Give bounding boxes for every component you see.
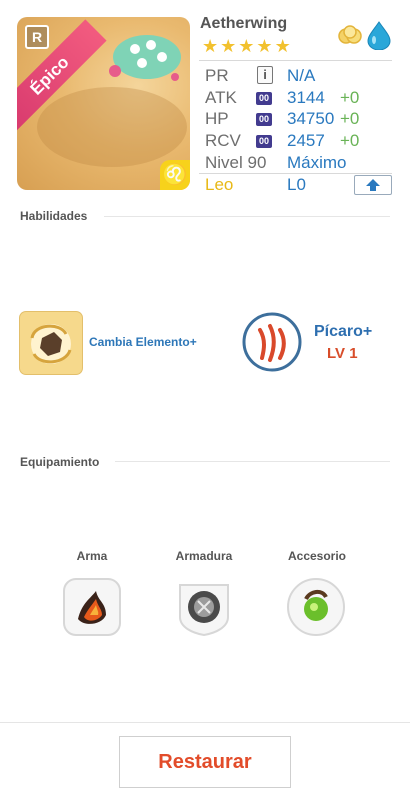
stat-value-hp: 34750	[287, 109, 335, 128]
star-icon: ★	[220, 36, 237, 56]
character-name: Aetherwing	[200, 15, 288, 32]
light-element-icon	[338, 25, 362, 44]
stat-label-hp: HP	[205, 109, 229, 128]
leo-zodiac-icon: ♌	[160, 160, 190, 190]
claw-slash-icon	[242, 312, 302, 372]
green-gem-icon	[287, 578, 345, 636]
cookie-skill-icon	[30, 324, 72, 364]
stat-label-rcv: RCV	[205, 131, 241, 150]
zodiac-label: Leo	[205, 175, 234, 194]
rcv-plus-badge: 00	[256, 135, 272, 148]
water-drop-icon	[367, 21, 391, 50]
armor-slot[interactable]	[174, 577, 234, 637]
stat-label-pr: PR	[205, 66, 229, 85]
accessory-slot[interactable]	[286, 577, 346, 637]
equip-label-weapon: Arma	[76, 549, 108, 563]
atk-plus-badge: 00	[256, 92, 272, 105]
equipment-divider	[115, 461, 390, 462]
abilities-title: Habilidades	[20, 209, 88, 223]
character-portrait[interactable]: R Épico ♌	[17, 17, 190, 190]
stat-label-atk: ATK	[205, 88, 237, 107]
stat-bonus-atk: +0	[340, 88, 360, 107]
rarity-badge: R	[25, 25, 49, 49]
active-skill-label: Cambia Elemento+	[89, 335, 197, 349]
stat-bonus-rcv: +0	[340, 131, 360, 150]
star-icon: ★	[256, 36, 273, 56]
stat-value-pr: N/A	[287, 66, 316, 85]
equip-label-accessory: Accesorio	[287, 549, 347, 563]
flame-claw-icon	[63, 578, 121, 636]
abilities-divider	[104, 216, 390, 217]
star-rating: ★ ★ ★ ★ ★	[202, 37, 291, 55]
portrait-sand	[37, 87, 187, 167]
upgrade-button[interactable]	[354, 175, 392, 195]
level-label: Nivel 90	[205, 153, 267, 172]
equip-label-armor: Armadura	[175, 549, 233, 563]
equipment-title: Equipamiento	[20, 455, 100, 469]
star-icon: ★	[202, 36, 219, 56]
stat-value-atk: 3144	[287, 88, 325, 107]
active-skill-icon[interactable]	[20, 312, 82, 374]
hp-plus-badge: 00	[256, 113, 272, 126]
footer-divider	[0, 722, 410, 723]
shield-armor-icon	[179, 584, 229, 637]
weapon-slot[interactable]	[62, 577, 122, 637]
level-value: Máximo	[287, 153, 347, 172]
stats-divider-top	[199, 60, 392, 61]
leader-skill-name: Pícaro+	[314, 323, 373, 340]
leader-skill-level: LV 1	[327, 345, 358, 362]
stat-bonus-hp: +0	[340, 109, 360, 128]
stat-value-rcv: 2457	[287, 131, 325, 150]
restore-button[interactable]: Restaurar	[119, 736, 291, 788]
star-icon: ★	[238, 36, 255, 56]
leader-skill-icon[interactable]	[242, 312, 302, 372]
star-icon: ★	[274, 36, 291, 56]
info-icon[interactable]: i	[257, 66, 273, 84]
stats-divider-bottom	[199, 173, 392, 174]
arrow-up-icon	[366, 179, 380, 191]
zodiac-level: L0	[287, 175, 306, 194]
